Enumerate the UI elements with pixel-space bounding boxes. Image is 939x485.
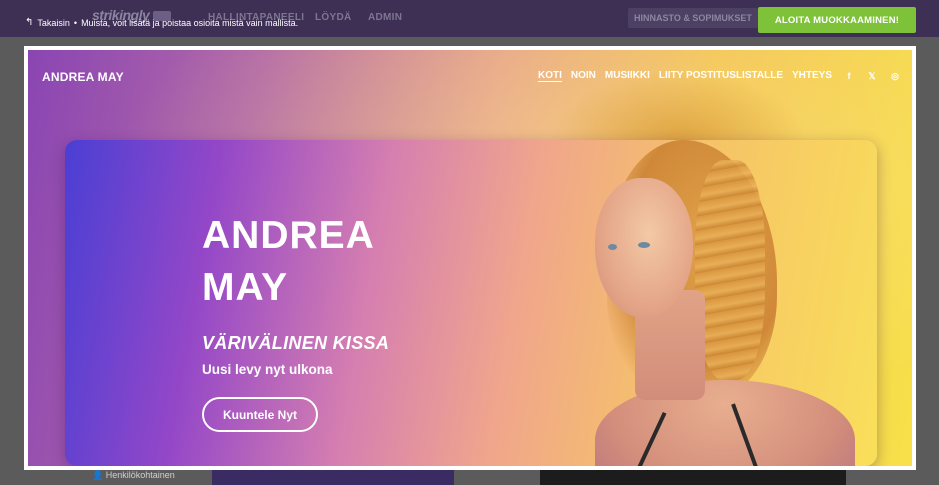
- twitter-icon[interactable]: 𝕏: [867, 71, 877, 82]
- separator: •: [73, 17, 78, 28]
- site-nav: KOTI NOIN MUSIIKKI LIITY POSTITUSLISTALL…: [538, 70, 832, 81]
- portrait-eye: [638, 242, 650, 248]
- facebook-icon[interactable]: f: [844, 71, 854, 82]
- nav-home[interactable]: KOTI: [538, 70, 562, 81]
- nav-music[interactable]: MUSIIKKI: [605, 70, 650, 81]
- user-icon: 👤: [92, 470, 104, 480]
- notice-text: Muista, voit lisätä ja poistaa osioita m…: [81, 17, 299, 28]
- template-thumbnail-purple[interactable]: [212, 470, 454, 485]
- social-links: f 𝕏 ◎: [844, 71, 900, 82]
- nav-admin[interactable]: ADMIN: [368, 12, 402, 23]
- hero-description: Uusi levy nyt ulkona: [202, 362, 333, 377]
- nav-discover[interactable]: LÖYDÄ: [315, 12, 352, 23]
- site-logo[interactable]: ANDREA MAY: [42, 70, 124, 84]
- preview-bar: ↰ Takaisin • Muista, voit lisätä ja pois…: [25, 17, 298, 28]
- portrait-shoulders: [595, 380, 855, 466]
- artist-portrait: [565, 140, 877, 466]
- portrait-braid: [695, 160, 765, 380]
- hero-title-line2: MAY: [202, 266, 289, 309]
- nav-contact[interactable]: YHTEYS: [792, 70, 832, 81]
- nav-newsletter[interactable]: LIITY POSTITUSLISTALLE: [659, 70, 783, 81]
- back-link[interactable]: Takaisin: [37, 18, 70, 28]
- back-arrow-icon[interactable]: ↰: [25, 17, 33, 28]
- hero-card: ANDREA MAY VÄRIVÄLINEN KISSA Uusi levy n…: [65, 140, 877, 466]
- template-thumbnail-dark[interactable]: [540, 470, 846, 485]
- hero-subtitle: VÄRIVÄLINEN KISSA: [202, 333, 390, 353]
- hero-text: ANDREA MAY VÄRIVÄLINEN KISSA Uusi levy n…: [202, 210, 502, 432]
- personal-label: 👤 Henkilökohtainen: [92, 470, 212, 485]
- template-preview: ANDREA MAY KOTI NOIN MUSIIKKI LIITY POST…: [24, 46, 916, 470]
- portrait-eye: [608, 244, 617, 250]
- hero-title-line1: ANDREA: [202, 214, 375, 257]
- listen-now-button[interactable]: Kuuntele Nyt: [202, 397, 318, 432]
- start-editing-button[interactable]: ALOITA MUOKKAAMINEN!: [758, 7, 916, 33]
- personal-label-text: Henkilökohtainen: [105, 470, 175, 480]
- nav-about[interactable]: NOIN: [571, 70, 596, 81]
- pricing-link[interactable]: HINNASTO & SOPIMUKSET: [628, 8, 758, 28]
- instagram-icon[interactable]: ◎: [890, 71, 900, 82]
